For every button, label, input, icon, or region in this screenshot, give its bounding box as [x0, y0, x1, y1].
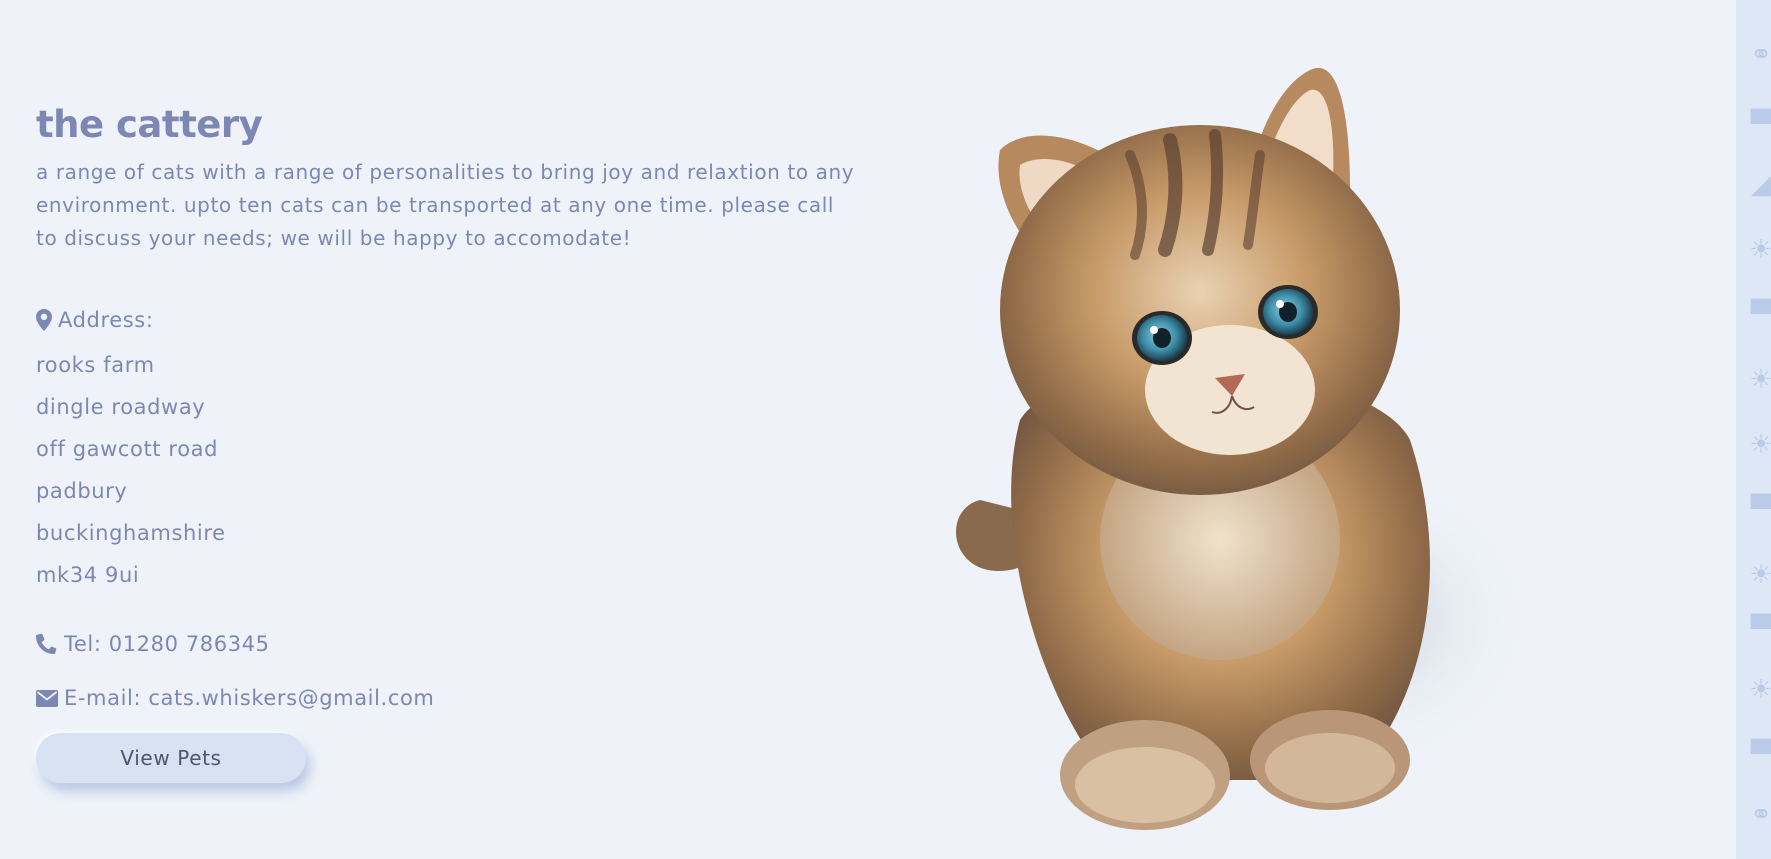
- view-pets-button[interactable]: View Pets: [36, 733, 306, 783]
- kitten-illustration: [956, 67, 1540, 830]
- email-text[interactable]: E-mail: cats.whiskers@gmail.com: [64, 686, 434, 710]
- address-heading: Address:: [36, 305, 896, 335]
- address-heading-label: Address:: [58, 308, 154, 332]
- section-description: a range of cats with a range of personal…: [36, 160, 855, 250]
- phone-icon: [36, 633, 57, 654]
- dog-icon: ▀: [1751, 740, 1771, 770]
- dog-icon: ▀: [1751, 110, 1771, 140]
- address-line: off gawcott road: [36, 437, 219, 461]
- page: the cattery a range of cats with a range…: [0, 0, 1736, 859]
- map-marker-icon: [36, 309, 52, 331]
- dog-icon: ▀: [1751, 300, 1771, 330]
- address-line: mk34 9ui: [36, 563, 140, 587]
- sun-icon: ☀: [1749, 675, 1771, 705]
- dog-icon: ▀: [1751, 495, 1771, 525]
- telephone: Tel: 01280 786345: [36, 629, 896, 659]
- boot-icon: ◢: [1751, 170, 1771, 200]
- bone-icon: ⚭: [1750, 40, 1771, 70]
- telephone-text: Tel: 01280 786345: [64, 632, 270, 656]
- address-line: padbury: [36, 479, 128, 503]
- kitten-image: [930, 60, 1570, 840]
- dog-icon: ▀: [1751, 615, 1771, 645]
- email: E-mail: cats.whiskers@gmail.com: [36, 683, 896, 713]
- section-title: the cattery: [36, 103, 263, 146]
- sun-icon: ☀: [1749, 235, 1771, 265]
- address-lines: rooks farm dingle roadway off gawcott ro…: [36, 353, 896, 605]
- cattery-section: the cattery a range of cats with a range…: [36, 100, 896, 783]
- sun-icon: ☀: [1749, 365, 1771, 395]
- sun-icon: ☀: [1749, 560, 1771, 590]
- decorative-side-strip: ⚭ ▀ ◢ ☀ ▀ ☀ ☀ ▀ ☀ ▀ ☀ ▀ ⚭: [1736, 0, 1771, 859]
- envelope-icon: [36, 689, 58, 707]
- address-line: buckinghamshire: [36, 521, 226, 545]
- address-line: rooks farm: [36, 353, 155, 377]
- address-line: dingle roadway: [36, 395, 206, 419]
- sun-icon: ☀: [1749, 430, 1771, 460]
- bone-icon: ⚭: [1750, 800, 1771, 830]
